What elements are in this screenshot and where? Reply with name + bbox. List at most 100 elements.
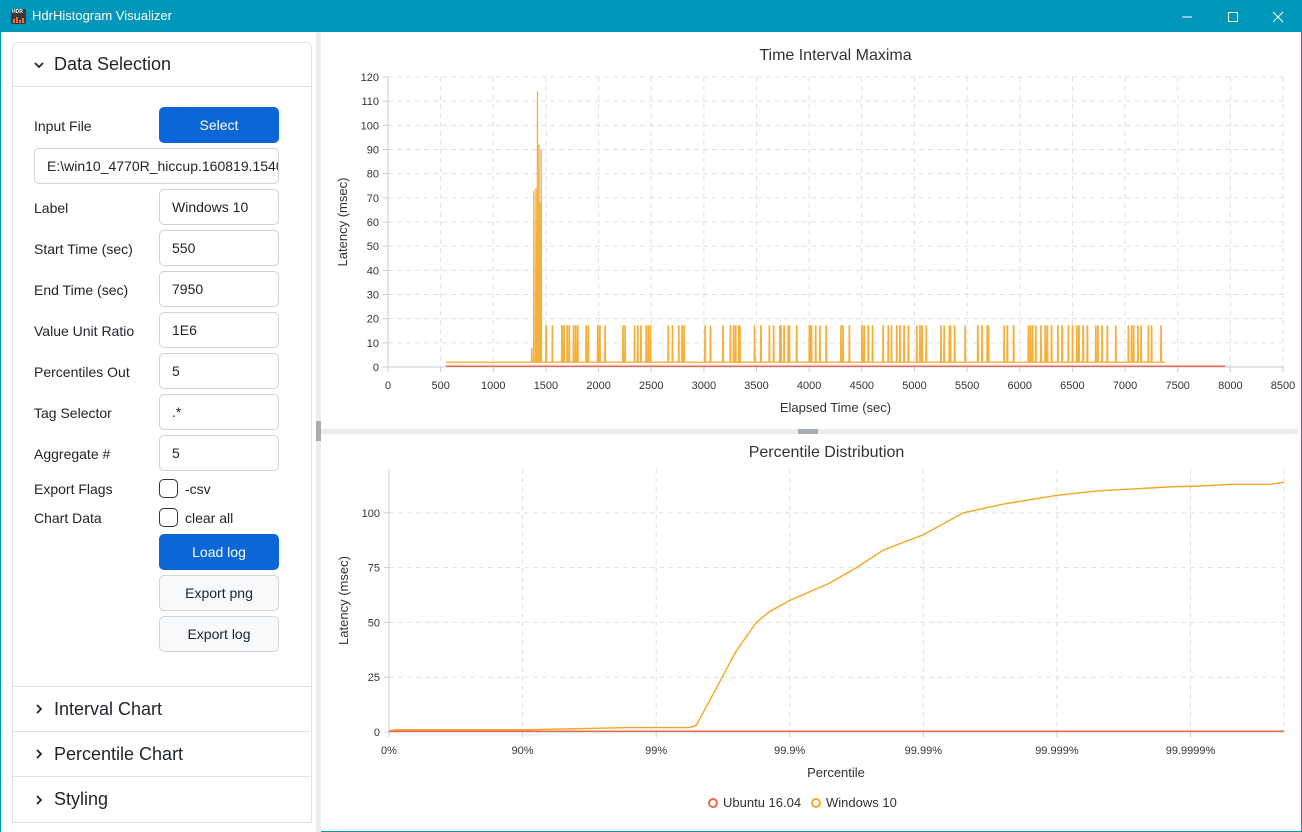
y-tick-label: 50 xyxy=(368,617,380,629)
close-icon xyxy=(1272,11,1284,22)
chart-title: Percentile Distribution xyxy=(749,444,905,461)
x-tick-label: 8500 xyxy=(1271,380,1295,392)
x-tick-label: 99.9999% xyxy=(1166,745,1216,757)
tag-selector-input[interactable]: .* xyxy=(159,394,279,430)
aggregate-input[interactable]: 5 xyxy=(159,435,279,471)
x-axis-title: Percentile xyxy=(807,765,865,780)
accordion-label: Percentile Chart xyxy=(54,743,184,764)
interval-chart: Time Interval Maxima 0 10 20 30 40 50 60 70 80 90 1… xyxy=(335,47,1295,415)
y-tick-label: 80 xyxy=(367,169,379,181)
x-tick-label: 7500 xyxy=(1165,380,1189,392)
x-tick-label: 0% xyxy=(381,745,397,757)
x-tick-label: 500 xyxy=(431,380,449,392)
x-tick-label: 4500 xyxy=(850,380,874,392)
x-tick-label: 99.999% xyxy=(1035,745,1079,757)
y-tick-label: 75 xyxy=(368,563,380,575)
x-axis-title: Elapsed Time (sec) xyxy=(780,400,891,415)
x-tick-label: 4000 xyxy=(797,380,821,392)
x-tick-label: 3000 xyxy=(692,380,716,392)
field-label: Percentiles Out xyxy=(34,364,130,380)
close-button[interactable] xyxy=(1255,1,1301,32)
checkbox-box[interactable] xyxy=(159,508,178,527)
y-tick-label: 90 xyxy=(367,145,379,157)
window-title: HdrHistogram Visualizer xyxy=(32,8,172,23)
accordion-interval-chart[interactable]: Interval Chart xyxy=(13,687,311,732)
x-tick-label: 2500 xyxy=(639,380,663,392)
accordion-label: Styling xyxy=(54,789,109,809)
y-axis-title: Latency (msec) xyxy=(336,556,351,645)
chevron-down-icon xyxy=(34,61,44,68)
y-tick-label: 40 xyxy=(367,265,379,277)
start-time-input[interactable]: 550 xyxy=(159,230,279,266)
clear-all-checkbox[interactable]: clear all xyxy=(159,508,233,527)
y-tick-label: 120 xyxy=(361,72,379,84)
percentiles-out-input[interactable]: 5 xyxy=(159,353,279,389)
legend-marker-ubuntu xyxy=(708,798,718,808)
y-tick-label: 70 xyxy=(367,193,379,205)
export-log-button[interactable]: Export log xyxy=(159,616,279,652)
x-tick-label: 99.9% xyxy=(774,745,805,757)
accordion-label: Interval Chart xyxy=(54,698,163,719)
maximize-icon xyxy=(1228,11,1238,22)
x-tick-label: 90% xyxy=(512,745,534,757)
percentile-chart: Percentile Distribution 0 25 50 75 100 0% 90% 99… xyxy=(336,444,1285,810)
y-tick-label: 20 xyxy=(367,314,379,326)
maximize-button[interactable] xyxy=(1210,1,1256,32)
x-tick-label: 0 xyxy=(385,380,391,392)
x-tick-label: 5000 xyxy=(902,380,926,392)
data-selection-panel: Data Selection Input File Select E:\win1… xyxy=(12,42,312,687)
legend-marker-windows xyxy=(811,798,821,808)
export-flags-label: Export Flags xyxy=(34,481,113,497)
minimize-icon xyxy=(1182,16,1192,17)
load-log-button[interactable]: Load log xyxy=(159,534,279,570)
chart-title: Time Interval Maxima xyxy=(759,47,911,64)
legend-label-ubuntu: Ubuntu 16.04 xyxy=(723,795,801,810)
input-file-label: Input File xyxy=(34,118,92,134)
x-tick-label: 6000 xyxy=(1008,380,1032,392)
y-tick-label: 60 xyxy=(367,217,379,229)
x-tick-label: 2000 xyxy=(586,380,610,392)
value-unit-ratio-input[interactable]: 1E6 xyxy=(159,312,279,348)
x-tick-label: 1500 xyxy=(534,380,558,392)
checkbox-label: -csv xyxy=(185,480,211,497)
field-label: Label xyxy=(34,200,69,216)
y-tick-label: 0 xyxy=(374,727,380,739)
select-file-button[interactable]: Select xyxy=(159,107,279,143)
accordion-percentile-chart[interactable]: Percentile Chart xyxy=(13,732,311,777)
x-tick-label: 8000 xyxy=(1218,380,1242,392)
x-tick-label: 5500 xyxy=(955,380,979,392)
y-tick-label: 100 xyxy=(361,120,379,132)
series-line-windows-10 xyxy=(445,91,1166,363)
field-label: Value Unit Ratio xyxy=(34,323,135,339)
accordion-data-selection[interactable]: Data Selection xyxy=(13,43,311,87)
chart-data-label: Chart Data xyxy=(34,510,102,526)
export-png-button[interactable]: Export png xyxy=(159,575,279,611)
y-tick-label: 10 xyxy=(367,338,379,350)
field-label: Tag Selector xyxy=(34,405,112,421)
field-label: Start Time (sec) xyxy=(34,241,133,257)
y-tick-label: 100 xyxy=(362,508,380,520)
y-tick-label: 30 xyxy=(367,290,379,302)
end-time-input[interactable]: 7950 xyxy=(159,271,279,307)
y-tick-label: 50 xyxy=(367,241,379,253)
x-tick-label: 7000 xyxy=(1113,380,1137,392)
series-line-windows-10 xyxy=(388,481,1285,732)
x-tick-label: 6500 xyxy=(1060,380,1084,392)
y-tick-label: 110 xyxy=(361,96,379,108)
field-label: End Time (sec) xyxy=(34,282,129,298)
legend-label-windows: Windows 10 xyxy=(826,795,897,810)
x-tick-label: 1000 xyxy=(481,380,505,392)
minimize-button[interactable] xyxy=(1164,1,1210,32)
checkbox-label: clear all xyxy=(185,509,234,526)
csv-checkbox[interactable]: -csv xyxy=(159,479,211,498)
title-bar: HDR HdrHistogram Visualizer xyxy=(1,1,1301,32)
checkbox-box[interactable] xyxy=(159,479,178,498)
x-tick-label: 3500 xyxy=(744,380,768,392)
y-axis-title: Latency (msec) xyxy=(335,178,350,267)
collapsed-sections: Interval Chart Percentile Chart Styling xyxy=(12,687,312,823)
label-input[interactable]: Windows 10 xyxy=(159,189,279,225)
input-file-path-field[interactable]: E:\win10_4770R_hiccup.160819.1540 xyxy=(34,148,279,184)
hdr-app-icon: HDR xyxy=(11,9,26,24)
x-tick-label: 99.99% xyxy=(905,745,943,757)
accordion-styling[interactable]: Styling xyxy=(13,777,311,822)
